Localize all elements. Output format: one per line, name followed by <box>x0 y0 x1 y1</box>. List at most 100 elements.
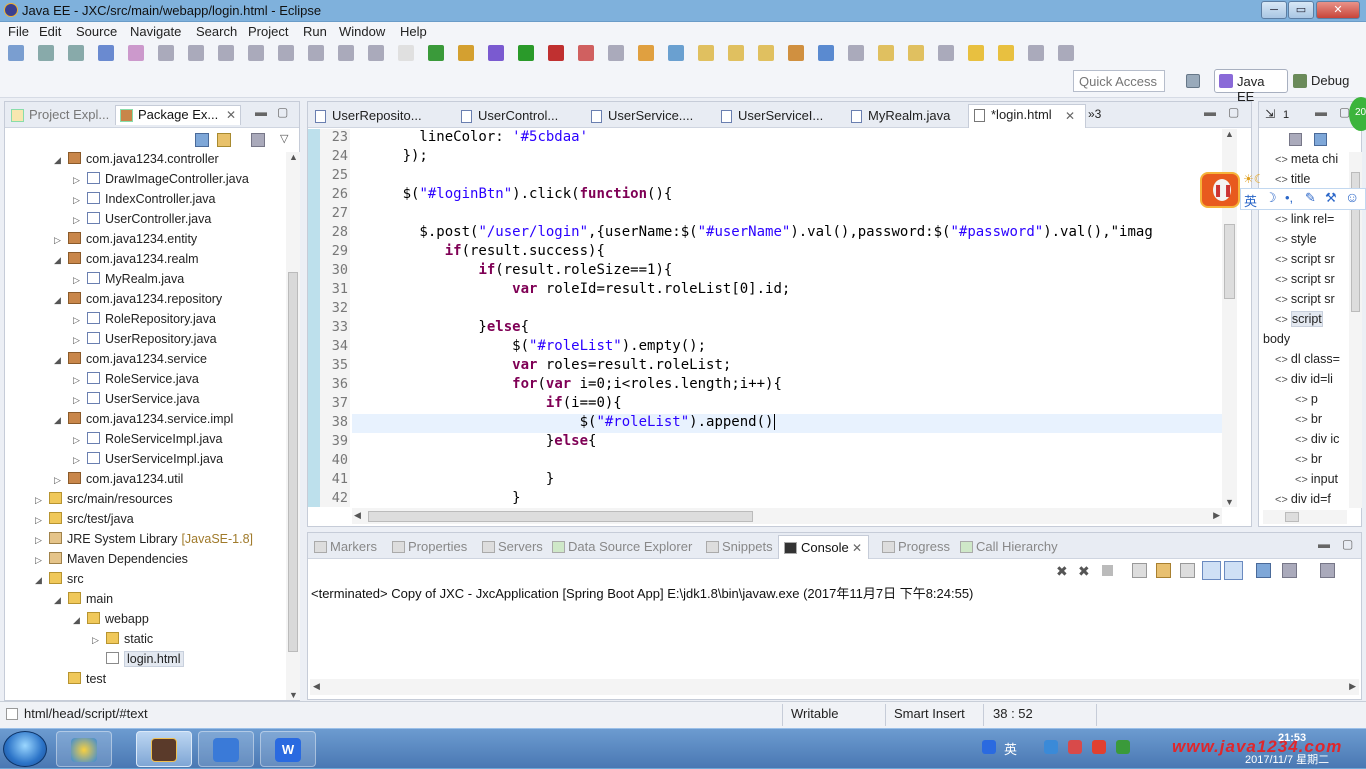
tray-ime-lang[interactable]: 英 <box>1004 739 1017 758</box>
tab-overflow-button[interactable]: »3 <box>1088 107 1101 121</box>
open-console-icon[interactable] <box>1320 563 1335 578</box>
chevron-down-icon[interactable]: ▽ <box>280 132 288 145</box>
outline-item[interactable]: <> meta chi <box>1275 152 1338 171</box>
toggle-icon[interactable] <box>398 45 414 61</box>
last-edit-icon[interactable] <box>908 45 924 61</box>
prev-annotation-icon[interactable] <box>878 45 894 61</box>
clock-time[interactable]: 21:53 <box>1278 732 1306 744</box>
box-tray-icon[interactable] <box>1044 740 1058 754</box>
scroll-down-icon[interactable]: ▼ <box>289 690 298 700</box>
maximize-button[interactable]: ▭ <box>1288 1 1314 19</box>
expand-toggle-icon[interactable]: ▷ <box>73 195 87 206</box>
maximize-view-icon[interactable]: ▢ <box>1342 537 1353 551</box>
menu-file[interactable]: File <box>8 24 29 39</box>
console-tab-properties[interactable]: Properties <box>390 539 467 554</box>
taskbar-app-dolphin[interactable] <box>198 731 254 767</box>
perspective-java-ee-button[interactable]: Java EE <box>1214 69 1288 104</box>
menu-edit[interactable]: Edit <box>39 24 61 39</box>
word-wrap-icon[interactable] <box>1180 563 1195 578</box>
misc-icon[interactable] <box>1028 45 1044 61</box>
show-on-stderr-icon[interactable] <box>1224 561 1243 580</box>
expand-toggle-icon[interactable]: ▷ <box>92 635 106 646</box>
clock-date[interactable]: 2017/11/7 星期二 <box>1245 751 1329 767</box>
step-over-icon[interactable] <box>308 45 324 61</box>
clear-console-icon[interactable] <box>1132 563 1147 578</box>
menu-help[interactable]: Help <box>400 24 427 39</box>
expand-toggle-icon[interactable]: ◢ <box>54 415 68 426</box>
scroll-up-icon[interactable]: ▲ <box>289 152 298 162</box>
expand-toggle-icon[interactable]: ◢ <box>54 295 68 306</box>
tree-item[interactable]: ◢ com.java1234.service <box>54 352 207 372</box>
outline-item[interactable]: <> br <box>1295 452 1322 471</box>
outline-item[interactable]: body <box>1263 332 1290 351</box>
pin-console-icon[interactable] <box>1256 563 1271 578</box>
tree-item[interactable]: ▷ static <box>92 632 153 652</box>
minimize-view-icon[interactable]: ▬ <box>1204 105 1216 119</box>
tree-item[interactable]: ▷ com.java1234.entity <box>54 232 197 252</box>
next-annotation-icon[interactable] <box>848 45 864 61</box>
suspend-icon[interactable] <box>188 45 204 61</box>
console-tab-servers[interactable]: Servers <box>480 539 543 554</box>
tree-item[interactable]: ▷ UserService.java <box>73 392 199 412</box>
outline-item[interactable]: <> div id=f <box>1275 492 1331 511</box>
ime-keyboard-icon[interactable]: ✎ <box>1305 190 1316 206</box>
expand-toggle-icon[interactable]: ▷ <box>73 215 87 226</box>
perspective-debug-button[interactable]: Debug <box>1293 73 1349 88</box>
ime-punct-icon[interactable]: •, <box>1285 190 1293 205</box>
close-tab-icon[interactable]: ✕ <box>1065 109 1075 123</box>
outline-item[interactable]: <> p <box>1295 392 1318 411</box>
annotation-icon[interactable] <box>818 45 834 61</box>
expand-toggle-icon[interactable]: ▷ <box>73 375 87 386</box>
console-tab-markers[interactable]: Markers <box>312 539 377 554</box>
scroll-right-icon[interactable]: ▶ <box>1213 510 1220 521</box>
quick-access-input[interactable] <box>1073 70 1165 92</box>
tree-item[interactable]: ◢ main <box>54 592 113 612</box>
menu-project[interactable]: Project <box>248 24 288 39</box>
collapse-all-icon[interactable] <box>195 133 209 147</box>
shield-tray-icon[interactable] <box>1116 740 1130 754</box>
menu-run[interactable]: Run <box>303 24 327 39</box>
forward-icon[interactable] <box>968 45 984 61</box>
scroll-up-icon[interactable]: ▲ <box>1225 129 1234 139</box>
step-into-icon[interactable] <box>278 45 294 61</box>
console-tab-progress[interactable]: Progress <box>880 539 950 554</box>
display-console-icon[interactable] <box>1282 563 1297 578</box>
console-tab-call-hierarchy[interactable]: Call Hierarchy <box>958 539 1058 554</box>
tree-item[interactable]: test <box>54 672 106 692</box>
remove-launch-icon[interactable]: ✖ <box>1056 563 1071 579</box>
terminate-icon[interactable] <box>218 45 234 61</box>
tree-item[interactable]: ▷ UserController.java <box>73 212 211 232</box>
remove-all-icon[interactable]: ✖ <box>1078 563 1093 579</box>
search-tray-icon[interactable] <box>982 740 996 754</box>
scroll-left-icon[interactable]: ◀ <box>354 510 361 521</box>
outline-tab-icon[interactable]: ⇲ <box>1265 107 1275 121</box>
scroll-lock-icon[interactable] <box>1156 563 1171 578</box>
expand-toggle-icon[interactable]: ▷ <box>73 175 87 186</box>
outline-item[interactable]: <> br <box>1295 412 1322 431</box>
ime-smile-icon[interactable]: ☺ <box>1345 189 1359 205</box>
close-tab-icon[interactable]: ✕ <box>226 108 236 122</box>
close-window-button[interactable]: ✕ <box>1316 1 1360 19</box>
expand-toggle-icon[interactable]: ▷ <box>35 515 49 526</box>
expand-toggle-icon[interactable]: ▷ <box>73 275 87 286</box>
tree-item[interactable]: ◢ com.java1234.service.impl <box>54 412 233 432</box>
green-notification-badge[interactable]: 20 <box>1349 97 1366 131</box>
outline-hscrollbar[interactable] <box>1263 510 1347 524</box>
tree-item[interactable]: ▷ src/main/resources <box>35 492 173 512</box>
view-menu-icon[interactable] <box>251 133 265 147</box>
new-server-icon[interactable] <box>608 45 624 61</box>
tree-item[interactable]: ▷ RoleServiceImpl.java <box>73 432 222 452</box>
expand-toggle-icon[interactable]: ▷ <box>54 235 68 246</box>
console-hscrollbar[interactable]: ◀ ▶ <box>310 679 1359 695</box>
expand-toggle-icon[interactable]: ◢ <box>54 355 68 366</box>
show-on-stdout-icon[interactable] <box>1202 561 1221 580</box>
debug-skip-icon[interactable] <box>128 45 144 61</box>
expand-toggle-icon[interactable]: ◢ <box>73 615 87 626</box>
console-icon[interactable] <box>98 45 114 61</box>
code-area[interactable]: lineColor: '#5cbdaa' }); $("#loginBtn").… <box>352 129 1222 507</box>
tree-item[interactable]: ▷ JRE System Library [JavaSE-1.8] <box>35 532 253 552</box>
scroll-down-icon[interactable]: ▼ <box>1225 497 1234 507</box>
outline-hscroll-thumb[interactable] <box>1285 512 1299 522</box>
ime-toolbar[interactable]: 英 ☽ •, ✎ ⚒ ☺ <box>1240 188 1366 210</box>
menu-source[interactable]: Source <box>76 24 117 39</box>
